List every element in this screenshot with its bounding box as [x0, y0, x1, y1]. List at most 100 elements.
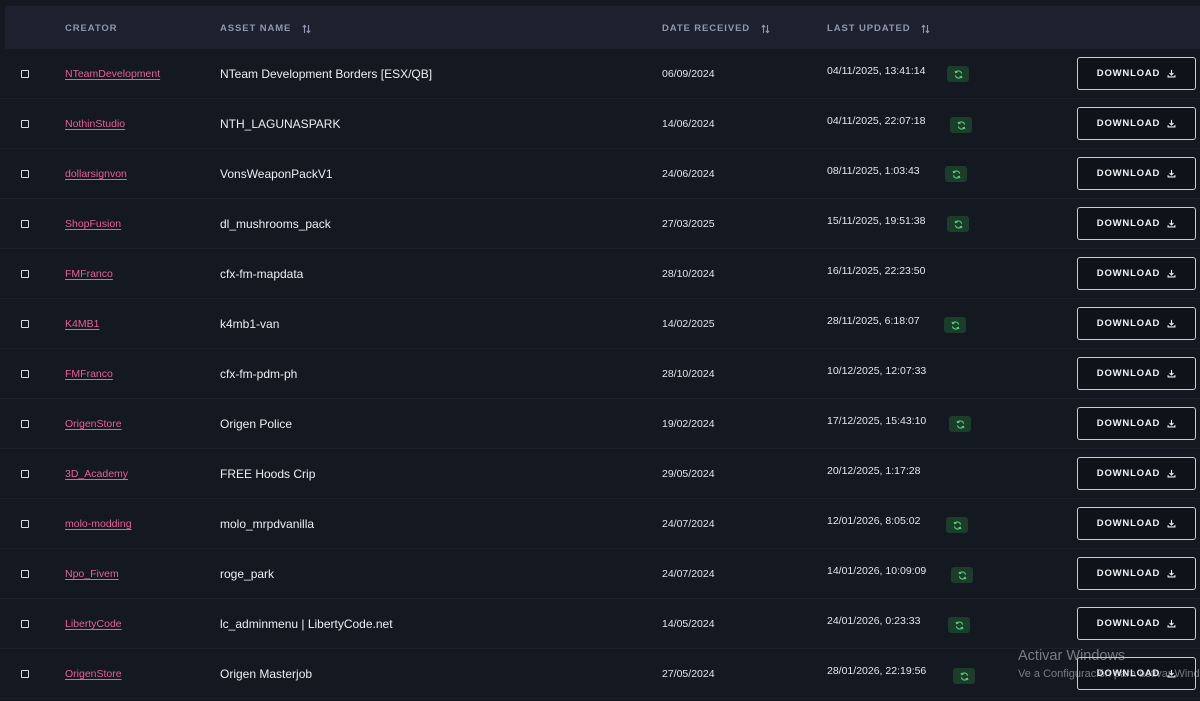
download-button-label: DOWNLOAD: [1096, 518, 1161, 529]
refresh-icon[interactable]: [948, 617, 970, 633]
row-checkbox[interactable]: [21, 370, 29, 378]
download-icon: [1167, 369, 1176, 378]
row-checkbox[interactable]: [21, 170, 29, 178]
creator-link[interactable]: Npo_Fivem: [65, 568, 119, 580]
creator-link[interactable]: ShopFusion: [65, 218, 121, 230]
sort-arrows-icon[interactable]: [302, 23, 311, 34]
refresh-icon[interactable]: [944, 317, 966, 333]
last-updated: 04/11/2025, 22:07:18: [827, 115, 926, 127]
download-button-label: DOWNLOAD: [1096, 568, 1161, 579]
last-updated: 28/01/2026, 22:19:56: [827, 665, 927, 677]
creator-link[interactable]: OrigenStore: [65, 418, 122, 430]
asset-name: cfx-fm-pdm-ph: [220, 367, 298, 381]
download-button[interactable]: DOWNLOAD: [1077, 157, 1196, 190]
table-row: OrigenStore Origen Police 19/02/2024 17/12/…: [0, 399, 1200, 449]
refresh-icon[interactable]: [947, 216, 969, 232]
creator-link[interactable]: NothinStudio: [65, 118, 125, 130]
asset-name: cfx-fm-mapdata: [220, 267, 304, 281]
row-checkbox[interactable]: [21, 270, 29, 278]
download-icon: [1167, 469, 1176, 478]
download-button[interactable]: DOWNLOAD: [1077, 407, 1196, 440]
download-button[interactable]: DOWNLOAD: [1077, 107, 1196, 140]
date-received: 19/02/2024: [662, 418, 715, 430]
download-button[interactable]: DOWNLOAD: [1077, 457, 1196, 490]
download-button[interactable]: DOWNLOAD: [1077, 257, 1196, 290]
table-row: 3D_Academy FREE Hoods Crip 29/05/2024 20/12…: [0, 449, 1200, 499]
download-button[interactable]: DOWNLOAD: [1077, 357, 1196, 390]
refresh-icon[interactable]: [945, 166, 967, 182]
last-updated: 24/01/2026, 0:23:33: [827, 615, 921, 627]
sort-arrows-icon[interactable]: [761, 23, 770, 34]
refresh-icon[interactable]: [946, 517, 968, 533]
table-row: NTeamDevelopment NTeam Development Border…: [0, 49, 1200, 99]
sort-arrows-icon[interactable]: [921, 23, 931, 34]
download-button-label: DOWNLOAD: [1096, 68, 1161, 79]
download-button[interactable]: DOWNLOAD: [1077, 507, 1196, 540]
row-checkbox[interactable]: [21, 620, 29, 628]
refresh-icon[interactable]: [949, 416, 971, 432]
row-checkbox[interactable]: [21, 120, 29, 128]
creator-link[interactable]: FMFranco: [65, 268, 113, 280]
asset-name: dl_mushrooms_pack: [220, 217, 331, 231]
row-checkbox[interactable]: [21, 220, 29, 228]
download-icon: [1167, 569, 1176, 578]
download-icon: [1167, 169, 1176, 178]
column-header-asset-name[interactable]: ASSET NAME: [220, 23, 311, 34]
row-checkbox[interactable]: [21, 670, 29, 678]
creator-link[interactable]: FMFranco: [65, 368, 113, 380]
download-button[interactable]: DOWNLOAD: [1077, 307, 1196, 340]
row-checkbox[interactable]: [21, 320, 29, 328]
asset-name: Origen Masterjob: [220, 667, 313, 681]
row-checkbox[interactable]: [21, 520, 29, 528]
row-checkbox[interactable]: [21, 420, 29, 428]
row-checkbox[interactable]: [21, 570, 29, 578]
last-updated: 17/12/2025, 15:43:10: [827, 415, 927, 427]
download-button[interactable]: DOWNLOAD: [1077, 57, 1196, 90]
last-updated: 10/12/2025, 12:07:33: [827, 365, 927, 377]
download-button-label: DOWNLOAD: [1096, 318, 1161, 329]
column-header-last-updated[interactable]: LAST UPDATED: [827, 23, 931, 34]
creator-link[interactable]: LibertyCode: [65, 618, 122, 630]
creator-link[interactable]: NTeamDevelopment: [65, 68, 160, 80]
refresh-icon[interactable]: [953, 668, 975, 684]
column-header-date-received[interactable]: DATE RECEIVED: [662, 23, 770, 34]
date-received: 06/09/2024: [662, 68, 715, 80]
asset-name: FREE Hoods Crip: [220, 467, 316, 481]
refresh-icon[interactable]: [951, 567, 973, 583]
asset-name: roge_park: [220, 567, 275, 581]
creator-link[interactable]: dollarsignvon: [65, 168, 127, 180]
last-updated: 12/01/2026, 8:05:02: [827, 515, 921, 527]
download-button-label: DOWNLOAD: [1096, 218, 1161, 229]
creator-link[interactable]: molo-modding: [65, 518, 132, 530]
refresh-icon[interactable]: [950, 117, 972, 133]
refresh-icon-glyph: [956, 419, 964, 429]
creator-link[interactable]: OrigenStore: [65, 668, 122, 680]
asset-name: k4mb1-van: [220, 317, 280, 331]
last-updated: 08/11/2025, 1:03:43: [827, 165, 920, 177]
creator-link[interactable]: K4MB1: [65, 318, 99, 330]
download-button-label: DOWNLOAD: [1096, 368, 1161, 379]
download-button[interactable]: DOWNLOAD: [1077, 207, 1196, 240]
download-button[interactable]: DOWNLOAD: [1077, 607, 1196, 640]
creator-link[interactable]: 3D_Academy: [65, 468, 128, 480]
table-header: CREATOR ASSET NAME DATE RECEIVED LAST UP…: [5, 6, 1200, 49]
table-row: LibertyCode lc_adminmenu | LibertyCode.ne…: [0, 599, 1200, 649]
last-updated: 04/11/2025, 13:41:14: [827, 65, 926, 77]
download-button[interactable]: DOWNLOAD: [1077, 557, 1196, 590]
table-row: NothinStudio NTH_LAGUNASPARK 14/06/2024 04/…: [0, 99, 1200, 149]
table-row: ShopFusion dl_mushrooms_pack 27/03/2025 15/…: [0, 199, 1200, 249]
download-icon: [1167, 619, 1176, 628]
date-received: 14/05/2024: [662, 618, 715, 630]
date-received: 28/10/2024: [662, 268, 715, 280]
asset-name: VonsWeaponPackV1: [220, 167, 333, 181]
download-icon: [1167, 219, 1176, 228]
download-button[interactable]: DOWNLOAD: [1077, 657, 1196, 690]
row-checkbox[interactable]: [21, 70, 29, 78]
table-row: K4MB1 k4mb1-van 14/02/2025 28/11/2025, 6:18…: [0, 299, 1200, 349]
asset-name: NTeam Development Borders [ESX/QB]: [220, 67, 433, 81]
row-checkbox[interactable]: [21, 470, 29, 478]
column-header-creator-label: CREATOR: [65, 23, 118, 34]
download-button-label: DOWNLOAD: [1096, 168, 1161, 179]
refresh-icon[interactable]: [947, 66, 969, 82]
download-button-label: DOWNLOAD: [1096, 418, 1161, 429]
